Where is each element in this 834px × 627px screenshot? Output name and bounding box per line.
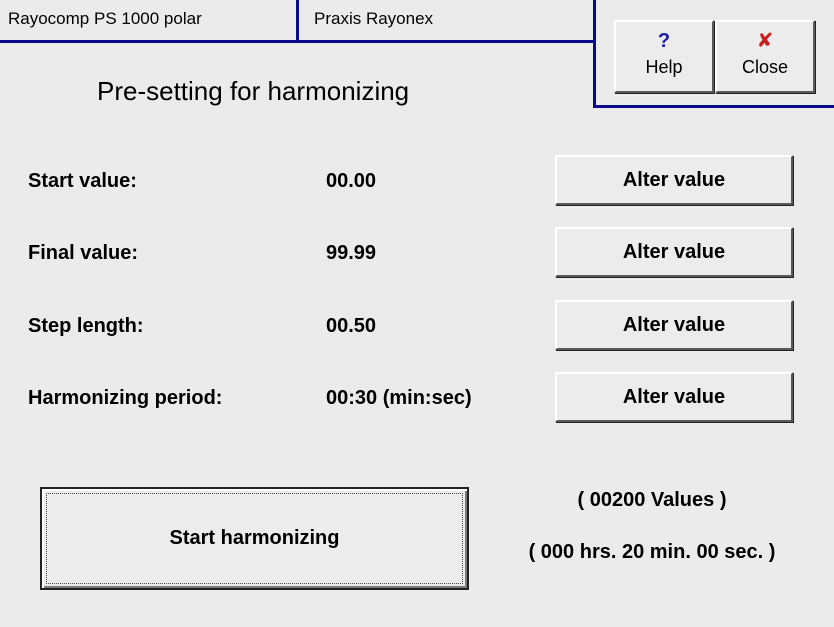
- step-length-label: Step length:: [28, 315, 144, 337]
- total-duration: ( 000 hrs. 20 min. 00 sec. ): [528, 541, 776, 563]
- help-label: Help: [645, 57, 683, 77]
- help-button[interactable]: ? Help: [614, 20, 714, 93]
- toolbar-divider-vertical: [593, 0, 596, 108]
- start-harmonizing-button[interactable]: Start harmonizing: [40, 487, 469, 590]
- alter-harmonizing-period-button[interactable]: Alter value: [555, 372, 793, 422]
- start-value-value: 00.00: [326, 170, 377, 192]
- question-mark-icon: ?: [657, 30, 671, 52]
- alter-step-length-button[interactable]: Alter value: [555, 300, 793, 350]
- close-x-icon: ✘: [756, 30, 774, 52]
- practice-label: Praxis Rayonex: [314, 9, 434, 28]
- final-value-value: 99.99: [326, 242, 377, 264]
- header-underline: [0, 40, 596, 43]
- start-value-label: Start value:: [28, 170, 137, 192]
- final-value-label: Final value:: [28, 242, 139, 264]
- values-count: ( 00200 Values ): [577, 489, 727, 511]
- toolbar-divider-horizontal: [593, 105, 834, 108]
- device-label: Rayocomp PS 1000 polar: [8, 9, 202, 28]
- close-button[interactable]: ✘ Close: [715, 20, 815, 93]
- page-title: Pre-setting for harmonizing: [97, 76, 410, 106]
- start-harmonizing-label: Start harmonizing: [169, 527, 340, 549]
- alter-final-value-button[interactable]: Alter value: [555, 227, 793, 277]
- step-length-value: 00.50: [326, 315, 377, 337]
- alter-start-value-button[interactable]: Alter value: [555, 155, 793, 205]
- close-label: Close: [741, 57, 789, 77]
- harmonizing-period-label: Harmonizing period:: [28, 387, 223, 409]
- harmonizing-period-value: 00:30 (min:sec): [326, 387, 472, 409]
